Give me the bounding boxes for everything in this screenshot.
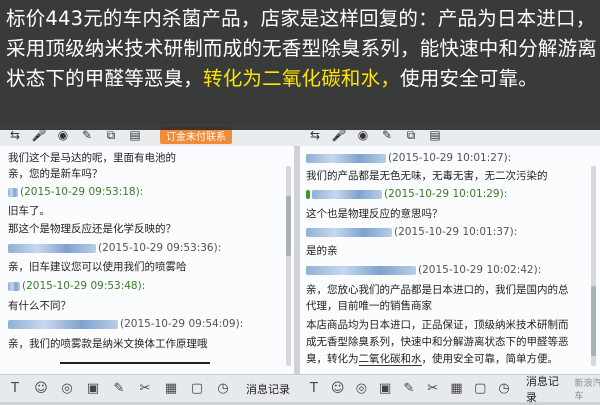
list-item: 成无香型除臭系列，快速中和分解游离状态下的甲醛等恶 (306, 336, 569, 348)
message-meta: (2015-10-29 10:01:27): (306, 152, 511, 164)
caption-text: 标价443元的车内杀菌产品，店家是这样回复的：产品为日本进口，采用顶级纳米技术研… (6, 4, 598, 94)
video-icon[interactable]: ◉ (354, 128, 372, 142)
scissors-icon[interactable]: ✂ (425, 381, 441, 396)
left-input-toolbar: T ☺ ◎ ▣ ✎ ✂ ▦ ▢ ◷ 消息记录 (0, 374, 300, 402)
scissors-icon[interactable]: ✂ (136, 381, 154, 396)
caption-highlight: 转化为二氧化碳和水， (203, 67, 401, 90)
message-record-button[interactable]: 消息记录 (246, 381, 290, 397)
clock-icon[interactable]: ◷ (214, 381, 232, 396)
highlighted-phrase: 二氧化碳和水 (358, 353, 422, 366)
caption-overlay: 标价443元的车内杀菌产品，店家是这样回复的：产品为日本进口，采用顶级纳米技术研… (0, 0, 600, 130)
edit-icon[interactable]: ✎ (378, 128, 396, 142)
right-scrollbar-thumb[interactable] (591, 286, 596, 356)
file-icon[interactable]: ▤ (126, 128, 144, 142)
font-icon[interactable]: T (306, 381, 322, 396)
emoji-icon[interactable]: ☺ (330, 381, 346, 396)
left-scrollbar[interactable] (286, 166, 291, 366)
list-item: 亲，您放心我们的产品都是日本进口的，我们是国内的总 (306, 284, 569, 296)
transfer-icon[interactable]: ⇆ (6, 128, 24, 142)
template-icon[interactable]: ▦ (449, 381, 465, 396)
gift-icon[interactable]: ▢ (472, 381, 488, 396)
message-meta: (2015-10-29 10:01:37): (306, 226, 517, 238)
list-item: 亲，您的是新车吗？ (8, 168, 103, 180)
right-chat-history: (2015-10-29 10:01:27): 我们的产品都是无色无味，无毒无害，… (300, 146, 600, 374)
list-item: 本店商品均为日本进口，正品保证，顶级纳米技术研制而 (306, 319, 569, 331)
list-item: 有什么不同？ (8, 300, 71, 312)
message-meta: (2015-10-29 10:01:29): (306, 188, 507, 200)
message-meta: (2015-10-29 09:54:09): (8, 318, 243, 330)
sticker-icon[interactable]: ◎ (354, 381, 370, 396)
edit-icon[interactable]: ✎ (401, 381, 417, 396)
image-icon[interactable]: ▣ (84, 381, 102, 396)
list-item: 我们的产品都是无色无味，无毒无害，无二次污染的 (306, 170, 548, 182)
sticker-icon[interactable]: ◎ (58, 381, 76, 396)
image-icon[interactable]: ▣ (377, 381, 393, 396)
list-item: 那这个是物理反应还是化学反映的？ (8, 223, 176, 235)
message-record-button[interactable]: 消息记录 (526, 373, 565, 405)
left-chat-history: 我们这个是马达的呢，里面有电池的 亲，您的是新车吗？ (2015-10-29 0… (0, 146, 294, 374)
list-item: 是的亲 (306, 245, 338, 257)
list-item: 我们这个是马达的呢，里面有电池的 (8, 152, 176, 164)
list-item: 亲，旧车建议您可以使用我们的喷雾哈 (8, 261, 187, 273)
divider (60, 362, 210, 364)
microphone-icon[interactable]: 🎤 (330, 128, 348, 142)
message-meta: (2015-10-29 10:02:42): (306, 264, 541, 276)
video-icon[interactable]: ◉ (54, 128, 72, 142)
caption-part2: 使用安全可靠。 (400, 67, 538, 90)
clock-icon[interactable]: ◷ (496, 381, 512, 396)
template-icon[interactable]: ▦ (162, 381, 180, 396)
message-meta: (2015-10-29 09:53:18): (8, 186, 143, 198)
edit-icon[interactable]: ✎ (78, 128, 96, 142)
list-item: 旧车了。 (8, 205, 50, 217)
list-item: 这个也是物理反应的意思吗？ (306, 208, 443, 220)
gift-icon[interactable]: ▢ (188, 381, 206, 396)
edit-icon[interactable]: ✎ (110, 381, 128, 396)
right-scrollbar[interactable] (591, 166, 596, 366)
transfer-icon[interactable]: ⇆ (306, 128, 324, 142)
list-item: 亲，我们的喷雾款是纳米文换体工作原理哦 (8, 338, 208, 350)
microphone-icon[interactable]: 🎤 (30, 128, 48, 142)
right-input-toolbar: T ☺ ◎ ▣ ✎ ✂ ▦ ▢ ◷ 消息记录 新浪汽车 (300, 373, 600, 405)
list-item: 代理，目前唯一的销售商家 (306, 300, 432, 312)
emoji-icon[interactable]: ☺ (32, 381, 50, 396)
message-meta: (2015-10-29 09:53:36): (8, 242, 221, 254)
list-item: 臭，转化为二氧化碳和水，使用安全可靠，简单方便。 (306, 353, 558, 366)
message-meta: (2015-10-29 09:53:48): (8, 280, 145, 292)
watermark: 新浪汽车 (574, 378, 600, 402)
left-scrollbar-thumb[interactable] (286, 196, 291, 256)
font-icon[interactable]: T (6, 381, 24, 396)
file-icon[interactable]: ▤ (426, 128, 444, 142)
